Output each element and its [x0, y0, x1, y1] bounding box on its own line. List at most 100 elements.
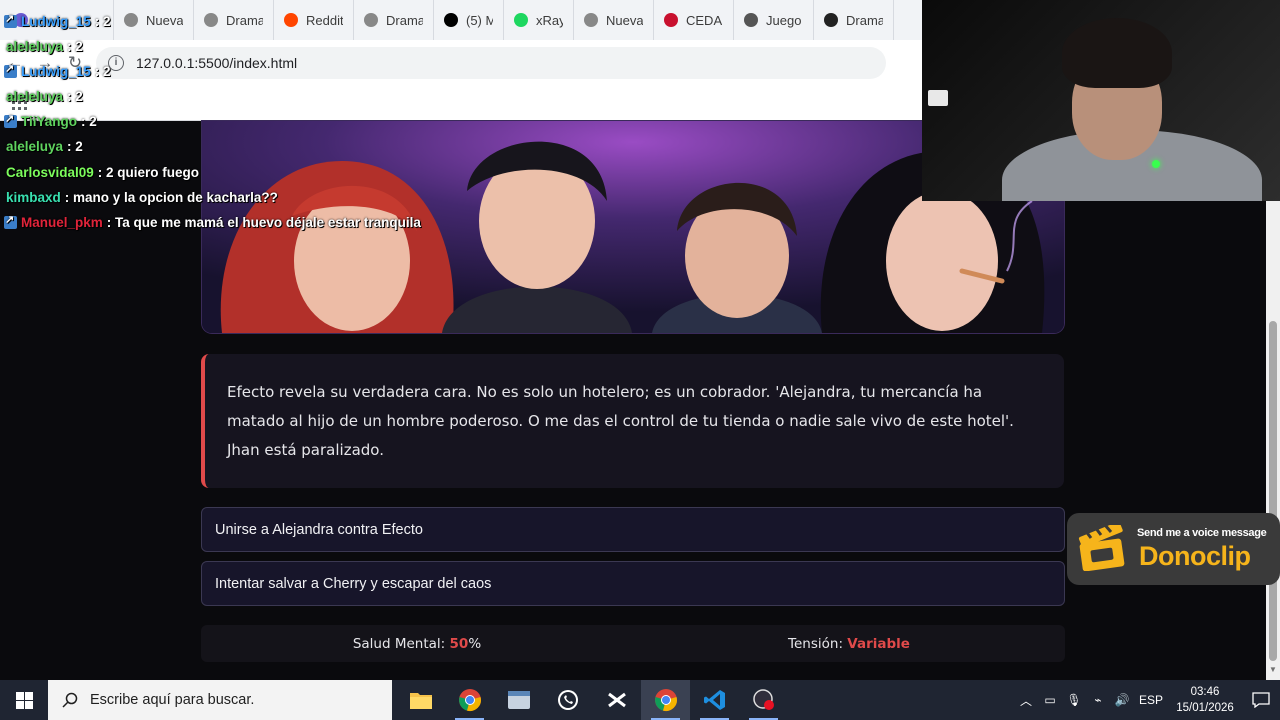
tab-title: Drama — [846, 12, 883, 28]
tab-title: CEDA — [686, 12, 723, 28]
system-tray: ︿ ▭ 🎙 ⌁ 🔊 ESP 03:46 15/01/2026 — [1014, 680, 1280, 720]
browser-tab[interactable]: Drama — [814, 0, 894, 40]
chat-message: Ludwig_15: 2 — [0, 61, 111, 81]
clock-time: 03:46 — [1190, 686, 1220, 698]
vscode-icon — [703, 690, 725, 710]
file-explorer-taskbar-button[interactable] — [396, 680, 445, 720]
address-bar-row: ← → ↻ i 127.0.0.1:5500/index.html — [0, 40, 922, 85]
scroll-down-arrow[interactable]: ▼ — [1269, 666, 1277, 674]
chat-text: : 2 — [67, 38, 83, 54]
tab-title: xRayz — [536, 12, 563, 28]
chat-text: : Ta que me mamá el huevo déjale estar t… — [106, 214, 421, 230]
show-hidden-icons-chevron-icon[interactable]: ︿ — [1014, 692, 1038, 709]
obs-icon — [752, 689, 774, 710]
vscode-taskbar-button[interactable] — [690, 680, 739, 720]
obs-taskbar-button[interactable] — [739, 680, 788, 720]
webcam-overlay — [922, 0, 1280, 201]
clapperboard-icon — [1078, 525, 1125, 571]
search-placeholder: Escribe aquí para buscar. — [90, 692, 255, 708]
chat-text: : 2 — [67, 88, 83, 104]
window-app-taskbar-button[interactable] — [494, 680, 543, 720]
whatsapp-taskbar-button[interactable] — [543, 680, 592, 720]
mental-health-unit: % — [468, 635, 482, 652]
url-field[interactable]: i 127.0.0.1:5500/index.html — [96, 46, 886, 79]
tab-title: Nueva — [146, 12, 183, 28]
browser-tab[interactable]: Nueva — [574, 0, 654, 40]
chat-text: : mano y la opcion de kacharla?? — [64, 189, 278, 205]
tab-title: Nueva — [606, 12, 643, 28]
chat-text: : 2 — [81, 113, 97, 129]
notification-icon — [1252, 692, 1270, 708]
whatsapp-icon — [557, 690, 578, 710]
network-icon[interactable]: ⌁ — [1086, 693, 1110, 707]
chrome-active-taskbar-button[interactable] — [641, 680, 690, 720]
tab-favicon-icon — [824, 13, 838, 27]
stats-bar: Salud Mental: 50% Tensión: Variable — [201, 625, 1065, 662]
chat-message: Carlosvidal09: 2 quiero fuego — [0, 162, 199, 182]
browser-tab[interactable]: Juego — [734, 0, 814, 40]
tab-title: Drama — [386, 12, 423, 28]
capcut-taskbar-button[interactable] — [592, 680, 641, 720]
notifications-button[interactable] — [1242, 692, 1280, 708]
windows-logo-icon — [15, 691, 33, 709]
chat-badge-icon — [4, 62, 17, 78]
chat-username: Carlosvidal09 — [6, 164, 94, 180]
windows-taskbar: Escribe aquí para buscar. ︿ ▭ 🎙 ⌁ 🔊 ESP … — [0, 680, 1280, 720]
page-scrollbar[interactable]: ▲ ▼ — [1266, 121, 1280, 680]
browser-tab[interactable]: (5) Me — [434, 0, 504, 40]
scrollbar-thumb[interactable] — [1269, 321, 1277, 661]
mental-health-label: Salud Mental: — [352, 635, 446, 652]
chrome-icon — [458, 689, 481, 711]
donoclip-message: Send me a voice message — [1137, 527, 1267, 539]
volume-icon[interactable]: 🔊 — [1110, 693, 1134, 707]
input-language[interactable]: ESP — [1134, 693, 1168, 707]
browser-tab[interactable]: xRayz — [504, 0, 574, 40]
tab-title: Juego — [766, 12, 802, 28]
chat-message: aleleluya: 2 — [0, 86, 83, 106]
chat-username: TiiYango — [21, 113, 78, 129]
donoclip-widget: Send me a voice message Donoclip — [1067, 513, 1280, 585]
browser-tab[interactable]: Reddit — [274, 0, 354, 40]
device-icon[interactable]: ▭ — [1038, 693, 1062, 707]
chat-message: Manuel_pkm: Ta que me mamá el huevo déja… — [0, 212, 421, 232]
tab-favicon-icon — [664, 13, 678, 27]
chat-username: aleleluya — [6, 138, 64, 154]
chat-badge-icon — [4, 213, 17, 229]
tab-title: Drama — [226, 12, 263, 28]
mental-health-value: 50 — [449, 635, 469, 652]
chat-username: kimbaxd — [6, 189, 61, 205]
start-button[interactable] — [0, 680, 48, 720]
choice-label: Intentar salvar a Cherry y escapar del c… — [215, 575, 492, 592]
tab-favicon-icon — [444, 13, 458, 27]
browser-tab-strip: Nueva Drama Reddit Drama (5) Me xRayz Nueva CED… — [0, 0, 922, 40]
choice-button-2[interactable]: Intentar salvar a Cherry y escapar del c… — [201, 561, 1065, 606]
bookmarks-bar — [0, 85, 922, 121]
chrome-icon — [654, 689, 677, 711]
story-text: Efecto revela su verdadera cara. No es s… — [227, 383, 1014, 459]
webcam-background-light — [928, 90, 948, 106]
chat-badge-icon — [4, 112, 17, 128]
taskbar-search-box[interactable]: Escribe aquí para buscar. — [48, 680, 392, 720]
browser-tab[interactable]: Drama — [354, 0, 434, 40]
mental-health-stat: Salud Mental: 50% — [201, 636, 633, 652]
app-window-icon — [507, 691, 530, 709]
browser-tab[interactable]: CEDA — [654, 0, 734, 40]
tab-favicon-icon — [364, 13, 378, 27]
chat-badge-icon — [4, 12, 17, 28]
browser-tab[interactable]: Drama — [194, 0, 274, 40]
tension-label: Tensión: — [788, 635, 843, 652]
chat-text: : 2 quiero fuego — [97, 164, 200, 180]
chat-username: Ludwig_15 — [21, 63, 91, 79]
browser-tab[interactable]: Nueva — [114, 0, 194, 40]
tab-favicon-icon — [284, 13, 298, 27]
clock[interactable]: 03:46 15/01/2026 — [1168, 684, 1242, 716]
chat-username: aleleluya — [6, 88, 64, 104]
microphone-icon[interactable]: 🎙 — [1062, 693, 1086, 707]
chat-username: Ludwig_15 — [21, 13, 91, 29]
chat-message: aleleluya: 2 — [0, 136, 83, 156]
choice-button-1[interactable]: Unirse a Alejandra contra Efecto — [201, 507, 1065, 552]
chat-text: : 2 — [67, 138, 83, 154]
webcam-green-light — [1152, 160, 1160, 168]
chrome-taskbar-button[interactable] — [445, 680, 494, 720]
capcut-icon — [607, 692, 626, 708]
